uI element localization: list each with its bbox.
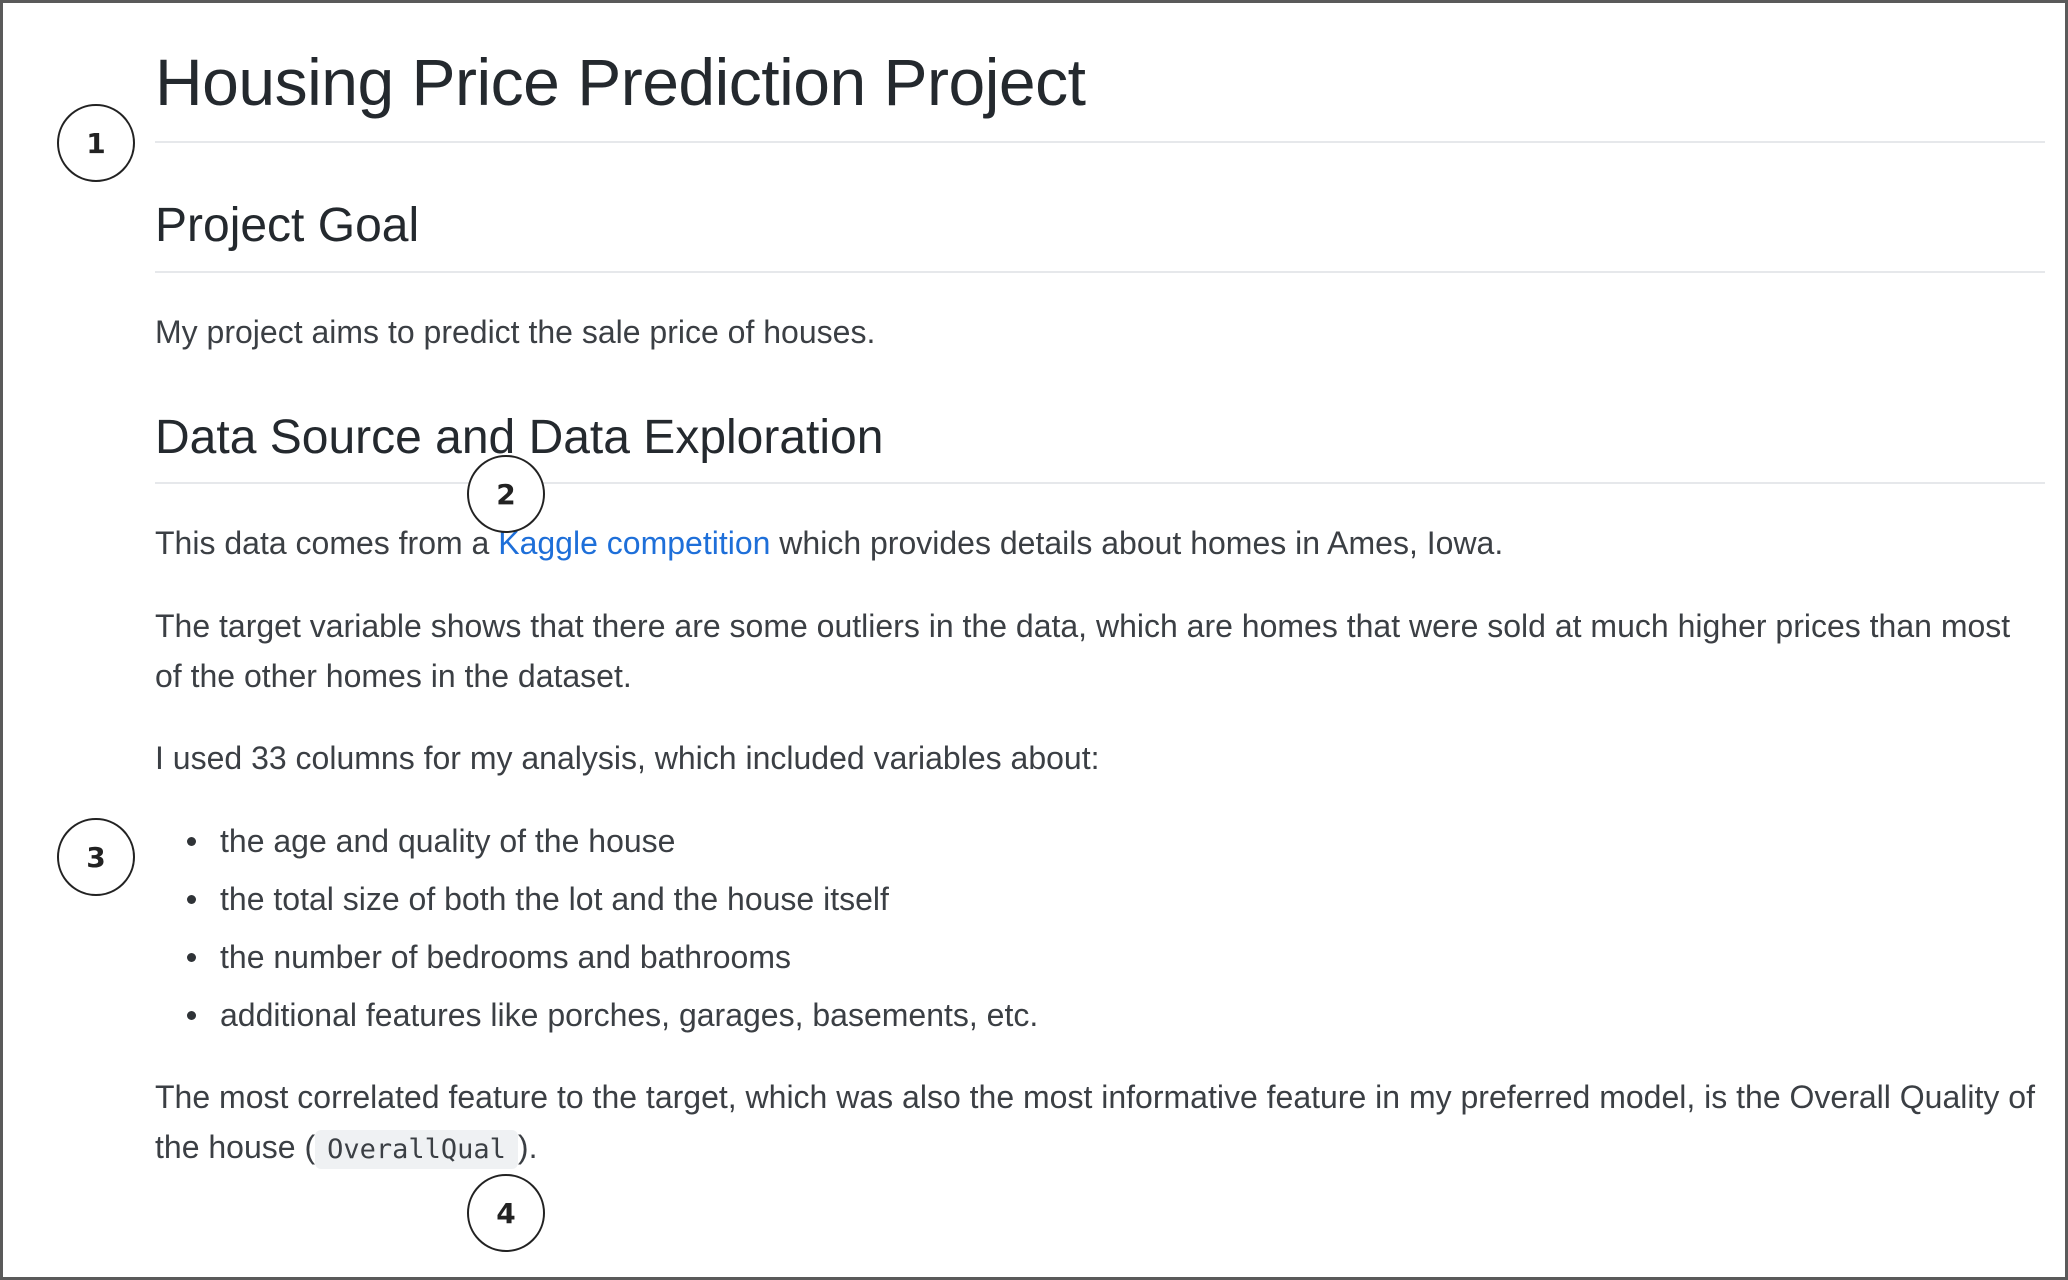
list-item: the age and quality of the house	[187, 812, 1038, 870]
goal-paragraph: My project aims to predict the sale pric…	[155, 314, 876, 350]
page-title: Housing Price Prediction Project	[155, 45, 1086, 119]
bullet-icon	[187, 1011, 196, 1020]
target-paragraph: The target variable shows that there are…	[155, 608, 2011, 694]
correlated-text-after: ).	[517, 1129, 538, 1165]
source-text-before: This data comes from a	[155, 525, 499, 561]
section-heading-goal: Project Goal	[155, 199, 420, 252]
list-item-text: the total size of both the lot and the h…	[220, 881, 889, 917]
data-divider	[155, 482, 2045, 484]
callout-marker-1: 1	[57, 104, 135, 182]
list-item-text: the number of bedrooms and bathrooms	[220, 939, 791, 975]
title-divider	[155, 141, 2045, 143]
list-item: the number of bedrooms and bathrooms	[187, 928, 1038, 986]
feature-list: the age and quality of the house the tot…	[155, 812, 1038, 1044]
kaggle-competition-link[interactable]: Kaggle competition	[498, 525, 770, 561]
bullet-icon	[187, 953, 196, 962]
source-paragraph: This data comes from a Kaggle competitio…	[155, 518, 2045, 568]
columns-paragraph: I used 33 columns for my analysis, which…	[155, 740, 1100, 776]
goal-divider	[155, 271, 2045, 273]
list-item-text: additional features like porches, garage…	[220, 997, 1039, 1033]
callout-marker-2: 2	[467, 455, 545, 533]
list-item-text: the age and quality of the house	[220, 823, 676, 859]
source-text-after: which provides details about homes in Am…	[770, 525, 1504, 561]
correlated-paragraph: The most correlated feature to the targe…	[155, 1072, 2045, 1175]
bullet-icon	[187, 837, 196, 846]
callout-marker-3: 3	[57, 818, 135, 896]
overallqual-code: OverallQual	[315, 1130, 518, 1169]
bullet-icon	[187, 895, 196, 904]
list-item: the total size of both the lot and the h…	[187, 870, 1038, 928]
callout-marker-4: 4	[467, 1174, 545, 1252]
list-item: additional features like porches, garage…	[187, 986, 1039, 1044]
